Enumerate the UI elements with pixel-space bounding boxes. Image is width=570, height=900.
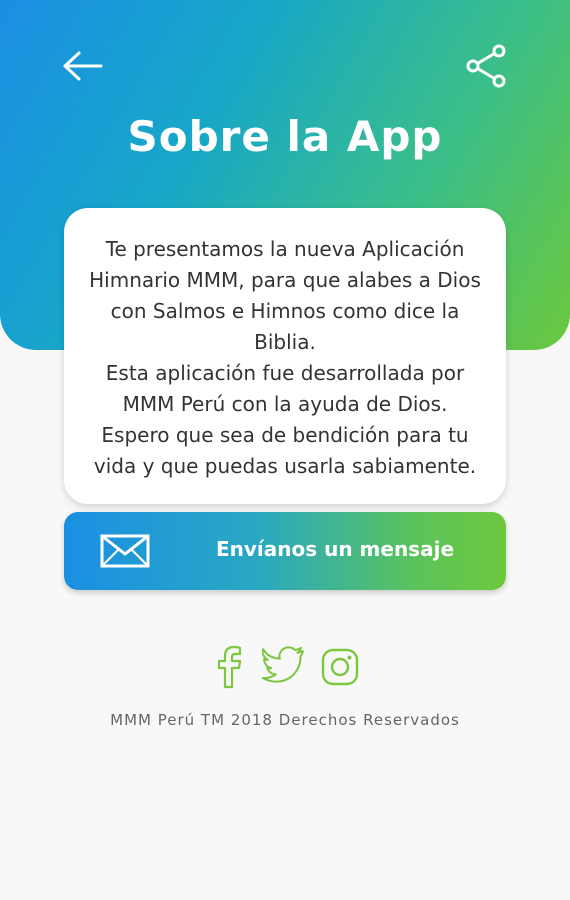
twitter-icon[interactable] <box>262 645 306 689</box>
send-message-label: Envíanos un mensaje <box>215 537 455 561</box>
page-title: Sobre la App <box>127 112 443 161</box>
facebook-icon[interactable] <box>214 645 246 689</box>
arrow-left-icon[interactable] <box>62 48 104 84</box>
instagram-icon[interactable] <box>320 645 360 689</box>
mail-icon <box>100 534 150 568</box>
about-card: Te presentamos la nueva Aplicación Himna… <box>64 208 506 504</box>
footer-copyright: MMM Perú TM 2018 Derechos Reservados <box>110 711 460 729</box>
share-icon[interactable] <box>466 44 506 88</box>
send-message-button[interactable]: Envíanos un mensaje <box>64 512 506 590</box>
about-text: Te presentamos la nueva Aplicación Himna… <box>89 237 481 478</box>
